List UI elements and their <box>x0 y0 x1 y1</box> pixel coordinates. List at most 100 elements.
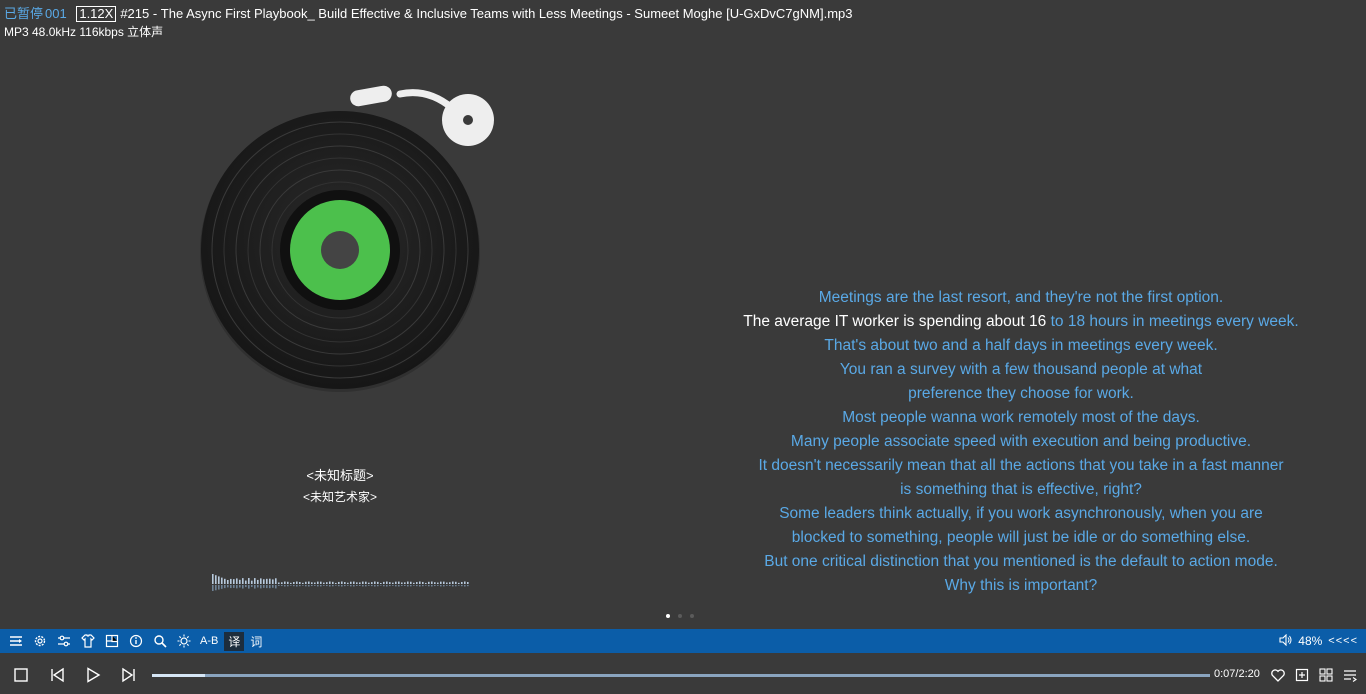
spectrum-bar-reflection <box>305 585 307 587</box>
playback-time: 0:07/2:20 <box>1214 668 1260 680</box>
spectrum-bar-reflection <box>383 585 385 587</box>
lyric-line: You ran a survey with a few thousand peo… <box>839 361 1203 378</box>
info-icon[interactable] <box>126 631 146 651</box>
spectrum-bar <box>287 581 289 584</box>
spectrum-bar-reflection <box>266 585 268 589</box>
spectrum-bar-reflection <box>401 585 403 586</box>
volume-icon[interactable] <box>1279 633 1292 649</box>
page-dot[interactable] <box>678 614 682 618</box>
stop-icon[interactable] <box>10 665 32 685</box>
spectrum-bar-reflection <box>215 585 217 591</box>
spectrum-bar <box>419 581 421 584</box>
play-icon[interactable] <box>82 665 104 685</box>
spectrum-bar <box>233 579 235 584</box>
spectrum-bar-reflection <box>326 585 328 587</box>
spectrum-bar <box>341 581 343 584</box>
spectrum-bar-reflection <box>374 585 376 587</box>
spectrum-bar-reflection <box>434 585 436 587</box>
spectrum-bar-reflection <box>332 585 334 587</box>
equalizer-icon[interactable] <box>54 631 74 651</box>
spectrum-bar <box>434 582 436 584</box>
spectrum-bar-reflection <box>467 585 469 587</box>
title-bar: 已暂停 001 1.12X #215 - The Async First Playb… <box>4 3 853 22</box>
mini-mode-icon[interactable] <box>102 631 122 651</box>
playlist-icon[interactable] <box>6 631 26 651</box>
spectrum-bar-reflection <box>335 585 337 586</box>
spectrum-bar-reflection <box>275 585 277 589</box>
spectrum-bar <box>344 582 346 584</box>
spectrum-bar <box>464 581 466 584</box>
spectrum-bar-reflection <box>257 585 259 588</box>
spectrum-bar <box>449 582 451 584</box>
lyrics-button[interactable]: 词 <box>248 633 264 650</box>
lyric-unsung-part: to 18 hours in meetings every week. <box>1046 313 1299 330</box>
progress-fill <box>152 674 205 677</box>
spectrum-bar <box>446 582 448 584</box>
spectrum-bar <box>428 581 430 584</box>
volume-level[interactable]: 48% <box>1298 634 1322 648</box>
translate-button[interactable]: 译 <box>224 631 245 651</box>
spectrum-bar <box>416 582 418 584</box>
spectrum-bar <box>263 579 265 584</box>
spectrum-bar-reflection <box>212 585 214 591</box>
spectrum-bar-reflection <box>317 585 319 587</box>
spectrum-bar-reflection <box>329 585 331 587</box>
spectrum-bar-reflection <box>437 585 439 586</box>
previous-icon[interactable] <box>46 665 68 685</box>
lyric-line: Many people associate speed with executi… <box>790 433 1252 450</box>
spectrum-bar <box>236 578 238 584</box>
lyric-line: Meetings are the last resort, and they'r… <box>818 289 1224 306</box>
spectrum-bar <box>302 582 304 584</box>
spectrum-bar <box>413 582 415 584</box>
add-icon[interactable] <box>1293 666 1311 684</box>
spectrum-bar <box>350 581 352 584</box>
grid-icon[interactable] <box>1317 666 1335 684</box>
spectrum-bar <box>410 581 412 584</box>
spectrum-bar <box>260 578 262 584</box>
spectrum-bar-reflection <box>392 585 394 586</box>
search-icon[interactable] <box>150 631 170 651</box>
spectrum-bar-reflection <box>320 585 322 587</box>
spectrum-bar-reflection <box>278 585 280 586</box>
spectrum-bar-reflection <box>284 585 286 587</box>
spectrum-bar-reflection <box>224 585 226 589</box>
menu-icon[interactable] <box>1341 666 1359 684</box>
spectrum-bar-reflection <box>389 585 391 587</box>
spectrum-bar-reflection <box>428 585 430 587</box>
spectrum-bar <box>362 581 364 584</box>
spectrum-bar <box>269 578 271 584</box>
spectrum-bar <box>293 581 295 584</box>
page-dot[interactable] <box>690 614 694 618</box>
spectrum-bar-reflection <box>236 585 238 589</box>
spectrum-bar-reflection <box>296 585 298 587</box>
skin-icon[interactable] <box>78 631 98 651</box>
spectrum-bar <box>275 578 277 584</box>
speed-indicator[interactable]: 1.12X <box>76 6 117 22</box>
playback-status: 已暂停 <box>4 6 44 21</box>
spectrum-bar-reflection <box>314 585 316 586</box>
spectrum-bar <box>323 582 325 584</box>
ab-repeat-button[interactable]: A-B <box>198 635 220 647</box>
spectrum-bar <box>392 582 394 584</box>
spectrum-bar <box>353 581 355 584</box>
page-indicator[interactable] <box>666 614 694 618</box>
spectrum-bar-reflection <box>233 585 235 588</box>
next-icon[interactable] <box>118 665 140 685</box>
favorite-icon[interactable] <box>1269 666 1287 684</box>
spectrum-bar-reflection <box>251 585 253 587</box>
spectrum-bar <box>437 582 439 584</box>
collapse-arrows[interactable]: <<<< <box>1328 635 1358 647</box>
track-artist: <未知艺术家> <box>302 490 378 504</box>
spectrum-bar <box>272 579 274 584</box>
spectrum-bar <box>239 579 241 584</box>
spectrum-bar-reflection <box>347 585 349 586</box>
spectrum-bar-reflection <box>443 585 445 587</box>
brightness-icon[interactable] <box>174 631 194 651</box>
progress-bar[interactable] <box>152 674 1210 677</box>
spectrum-bar-reflection <box>422 585 424 587</box>
spectrum-bar <box>305 581 307 584</box>
spectrum-bar <box>371 582 373 584</box>
spectrum-bar-reflection <box>452 585 454 587</box>
page-dot-active[interactable] <box>666 614 670 618</box>
settings-icon[interactable] <box>30 631 50 651</box>
